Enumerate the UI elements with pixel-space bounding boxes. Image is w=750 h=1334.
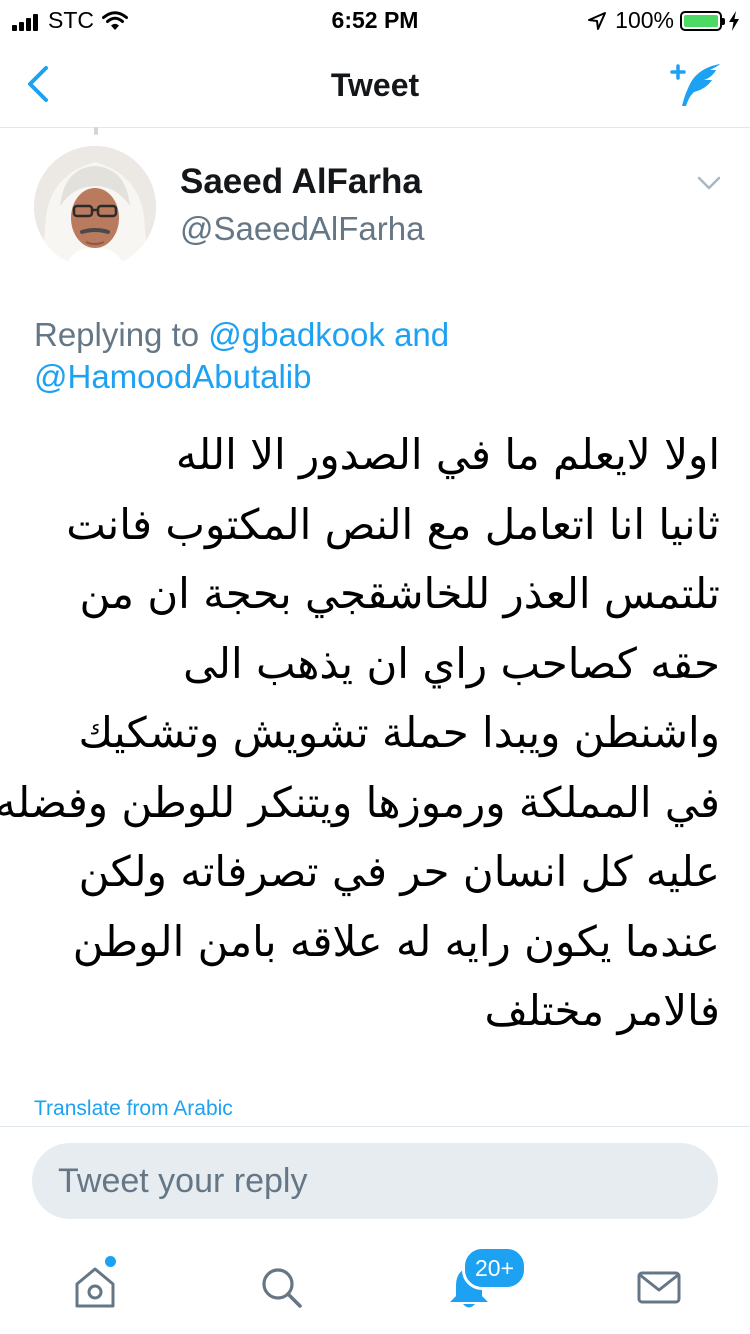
author-handle[interactable]: @SaeedAlFarha [180,210,424,248]
replying-prefix: Replying to [34,316,200,353]
messages-envelope-icon[interactable] [636,1264,682,1310]
reply-input[interactable]: Tweet your reply [32,1143,718,1219]
tweet-text-line: تلتمس العذر للخاشقجي بحجة ان من [79,569,720,618]
home-unread-dot [105,1256,116,1267]
battery-percent: 100% [615,7,674,33]
mention-link[interactable]: @HamoodAbutalib [34,358,312,395]
tweet-text-line: عندما يكون رايه له علاقه بامن الوطن [72,916,720,966]
avatar[interactable] [34,146,156,268]
author-name[interactable]: Saeed AlFarha [180,162,422,202]
chevron-down-icon[interactable] [696,172,722,194]
tweet-text-line: واشنطن ويبدا حملة تشويش وتشكيك [78,708,720,757]
status-bar: STC 6:52 PM 100% [0,0,750,40]
charging-bolt-icon [729,10,739,31]
replying-to: Replying to @gbadkook and @HamoodAbutali… [34,314,724,398]
compose-tweet-icon[interactable] [670,60,722,108]
home-icon[interactable] [72,1264,118,1310]
tweet-text-line: في المملكة ورموزها ويتنكر للوطن وفضله [0,777,720,827]
avatar-portrait [34,146,156,268]
notifications-badge: 20+ [462,1246,528,1290]
tweet-text-line: حقه كصاحب راي ان يذهب الى [183,638,720,688]
tweet-text-line: اولا لايعلم ما في الصدور الا الله [175,430,720,479]
location-arrow-icon [588,11,607,30]
search-icon[interactable] [258,1264,304,1310]
battery-icon [680,10,725,31]
tweet-text-line: ثانيا انا اتعامل مع النص المكتوب فانت [66,499,720,549]
status-right: 100% [587,7,740,34]
divider [0,1126,750,1127]
tweet-text-line: عليه كل انسان حر في تصرفاته ولكن [78,847,720,896]
page-title: Tweet [330,67,420,103]
tweet-text: اولا لايعلم ما في الصدور الا الله ثانيا … [0,420,720,1046]
nav-bar: Tweet [0,40,750,128]
tweet-text-line: فالامر مختلف [484,986,720,1035]
mention-link[interactable]: @gbadkook [208,316,385,353]
thread-connector [94,127,98,135]
translate-link[interactable]: Translate from Arabic [34,1097,233,1121]
replying-join[interactable]: and [394,316,449,353]
tab-bar [0,1234,750,1334]
